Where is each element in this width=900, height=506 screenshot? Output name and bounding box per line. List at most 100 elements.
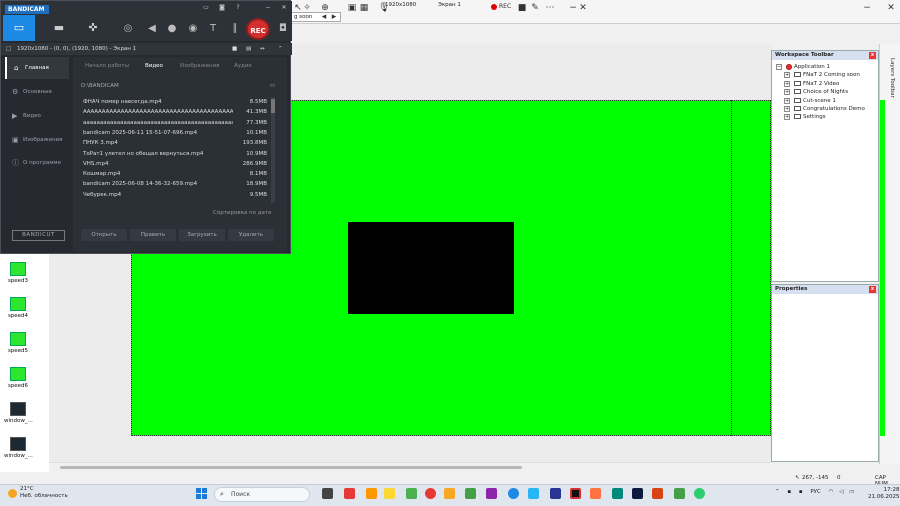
pause-icon[interactable]: ∥ xyxy=(228,22,242,36)
nav-about[interactable]: ⓘ О программе xyxy=(5,152,69,174)
resolution-field[interactable]: 1920x1080 xyxy=(385,2,416,8)
folder-open-icon[interactable]: ▭ xyxy=(270,81,275,91)
nav-home[interactable]: ⌂ Главная xyxy=(5,57,69,79)
lock-icon[interactable]: ◙ xyxy=(217,4,227,12)
battery-icon[interactable]: ▭ xyxy=(849,489,854,495)
powerpoint-icon[interactable] xyxy=(652,488,663,499)
chevron-up-icon[interactable]: ⌃ xyxy=(775,489,780,495)
weather-widget[interactable]: 21°C Неб. облачность xyxy=(8,486,68,500)
tree-item[interactable]: + Congratulations Demo xyxy=(776,105,878,113)
desktop-icon-window-1[interactable]: window_... xyxy=(4,402,33,424)
folder-icon[interactable]: ▭ xyxy=(201,4,211,12)
app-icon[interactable] xyxy=(674,488,685,499)
file-row[interactable]: ПНУК 3.mp4 193.8MB xyxy=(81,138,267,148)
yandex-icon[interactable] xyxy=(344,488,355,499)
window-icon[interactable]: ▤ xyxy=(246,43,251,55)
black-rectangle-object[interactable] xyxy=(348,222,514,314)
camera-icon[interactable]: ◘ xyxy=(276,22,290,36)
webcam-icon[interactable]: ◎ xyxy=(121,22,135,36)
bandicut-button[interactable]: BANDICUT xyxy=(12,230,65,241)
microphone-icon[interactable]: ● xyxy=(165,22,179,36)
expand-icon[interactable]: + xyxy=(784,89,790,96)
app-icon[interactable] xyxy=(465,488,476,499)
expand-icon[interactable]: + xyxy=(784,80,790,87)
more-icon[interactable]: ⋯ xyxy=(543,1,557,15)
bandicam-taskbar-icon[interactable] xyxy=(570,488,581,499)
stop-icon[interactable]: ■ xyxy=(515,1,529,15)
upload-button[interactable]: Загрузить xyxy=(179,229,225,241)
desktop-icon-speed6[interactable]: speed6 xyxy=(4,367,32,389)
photoshop-icon[interactable] xyxy=(632,488,643,499)
app-icon[interactable] xyxy=(550,488,561,499)
clock[interactable]: 17:28 21.06.2025 xyxy=(868,487,900,501)
desktop-icon-window-2[interactable]: window_... xyxy=(4,437,33,459)
edge-icon[interactable] xyxy=(508,488,519,499)
sort-by-date[interactable]: Сортировка по дате xyxy=(213,210,271,216)
file-row[interactable]: VHS.mp4 286.9MB xyxy=(81,159,267,169)
expand-icon[interactable]: + xyxy=(784,114,790,121)
close-icon[interactable]: ✕ xyxy=(576,1,590,15)
tree-item-application[interactable]: − Application 1 xyxy=(776,63,878,71)
desktop-icon-speed3[interactable]: speed3 xyxy=(4,262,32,284)
tree-item[interactable]: + Choice of Nights xyxy=(776,88,878,96)
expand-icon[interactable]: + xyxy=(784,72,790,79)
language-indicator[interactable]: РУС xyxy=(810,489,821,495)
tree-item[interactable]: + Settings xyxy=(776,113,878,121)
camera-small-icon[interactable]: ■ xyxy=(232,43,237,55)
windows-start-icon[interactable] xyxy=(196,488,208,500)
file-row[interactable]: Чебурек.mp4 9.5MB xyxy=(81,190,267,200)
tab-images[interactable]: Изображения xyxy=(180,63,219,69)
edit-button[interactable]: Править xyxy=(130,229,176,241)
layers-toolbar-label[interactable]: Layers Toolbar xyxy=(889,58,895,98)
app-icon[interactable] xyxy=(590,488,601,499)
app-icon[interactable] xyxy=(528,488,539,499)
game-mode-button[interactable]: ✜ xyxy=(77,15,109,41)
text-icon[interactable]: T xyxy=(206,22,220,36)
speaker-icon[interactable]: ◀ xyxy=(145,22,159,36)
minimize-icon[interactable]: − xyxy=(263,4,273,12)
mouse-icon[interactable]: ◉ xyxy=(186,22,200,36)
file-row[interactable]: bandicam 2025-06-11 15-51-07-696.mp4 10.1… xyxy=(81,128,267,138)
nav-video[interactable]: ▶ Видео xyxy=(5,105,69,127)
task-view-icon[interactable] xyxy=(322,488,333,499)
file-row[interactable]: ТоРат1 улетел но обещал вернуться.mp4 10.… xyxy=(81,149,267,159)
app-icon[interactable] xyxy=(366,488,377,499)
desktop-icon-speed5[interactable]: speed5 xyxy=(4,332,32,354)
app-icon[interactable] xyxy=(486,488,497,499)
scrollbar-thumb[interactable] xyxy=(271,99,275,113)
desktop-icon-speed4[interactable]: speed4 xyxy=(4,297,32,319)
screen-field[interactable]: Экран 1 xyxy=(438,2,461,8)
tree-item[interactable]: + Cut-scene 1 xyxy=(776,97,878,105)
app-icon[interactable] xyxy=(406,488,417,499)
open-button[interactable]: Открыть xyxy=(81,229,127,241)
file-row[interactable]: bandicam 2025-06-08 14-36-32-659.mp4 18.9… xyxy=(81,179,267,189)
screen-mode-button[interactable]: ▭ xyxy=(3,15,35,41)
checkbox-icon[interactable]: □ xyxy=(6,43,11,55)
tab-getting-started[interactable]: Начало работы xyxy=(85,63,129,69)
close-icon[interactable]: x xyxy=(869,52,876,59)
rec-button[interactable]: REC xyxy=(246,18,270,40)
tree-item[interactable]: + FNaT 2 Video xyxy=(776,80,878,88)
whatsapp-icon[interactable] xyxy=(694,488,705,499)
tree-item[interactable]: + FNaT 2 Coming soon xyxy=(776,71,878,79)
explorer-icon[interactable] xyxy=(444,488,455,499)
window-close-icon[interactable]: ✕ xyxy=(884,1,898,15)
expand-icon[interactable]: + xyxy=(784,106,790,113)
nav-images[interactable]: ▣ Изображения xyxy=(5,129,69,151)
app-icon[interactable] xyxy=(384,488,395,499)
opera-icon[interactable] xyxy=(425,488,436,499)
file-row[interactable]: аааааааааааааааааааааааааааааааааааааааа… xyxy=(81,118,267,128)
taskbar-search[interactable]: ⌕ Поиск xyxy=(214,487,310,502)
collapse-icon[interactable]: − xyxy=(776,64,782,70)
pen-icon[interactable]: ✎ xyxy=(528,1,542,15)
wifi-icon[interactable]: ◠ xyxy=(829,489,834,495)
device-mode-button[interactable]: ▬ xyxy=(43,15,75,41)
file-row[interactable]: Кошмар.mp4 8.1MB xyxy=(81,169,267,179)
nav-general[interactable]: ⚙ Основные xyxy=(5,81,69,103)
tab-audio[interactable]: Аудио xyxy=(234,63,252,69)
close-icon[interactable]: x xyxy=(869,286,876,293)
grid-icon[interactable]: ▦ xyxy=(357,1,371,15)
window-minimize-icon[interactable]: − xyxy=(860,1,874,15)
app-tray-icon[interactable]: ▪ xyxy=(787,489,791,495)
app-tray-icon[interactable]: ▪ xyxy=(799,489,803,495)
